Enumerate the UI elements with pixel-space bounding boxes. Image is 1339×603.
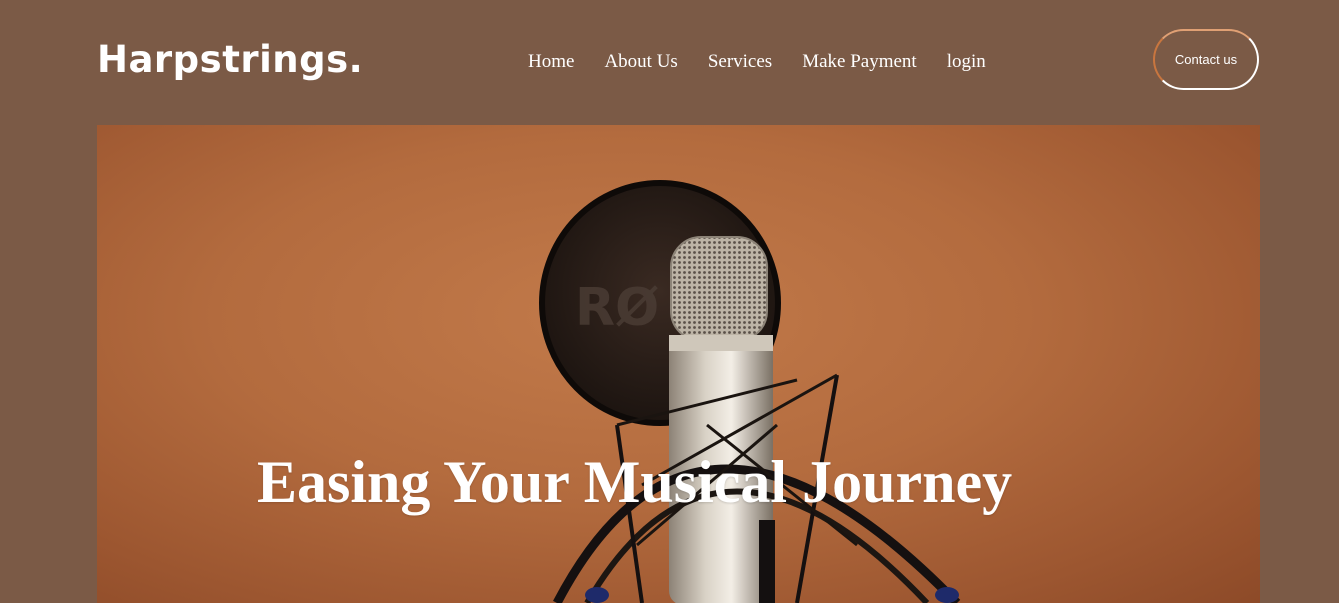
- nav-services[interactable]: Services: [708, 48, 772, 76]
- nav-login[interactable]: login: [947, 48, 986, 76]
- contact-us-button[interactable]: Contact us: [1153, 29, 1259, 90]
- page: Harpstrings. Home About Us Services Make…: [0, 0, 1339, 603]
- site-logo[interactable]: Harpstrings.: [97, 36, 363, 84]
- nav-home[interactable]: Home: [528, 48, 574, 76]
- microphone-grille: [670, 236, 768, 342]
- hero-title: Easing Your Musical Journey: [257, 449, 1013, 515]
- nav-about-us[interactable]: About Us: [604, 48, 677, 76]
- site-header: Harpstrings. Home About Us Services Make…: [0, 0, 1339, 124]
- microphone-image: RØ: [539, 180, 961, 603]
- pop-filter-brand-text: RØ: [575, 278, 659, 338]
- nav-make-payment[interactable]: Make Payment: [802, 48, 917, 76]
- main-nav: Home About Us Services Make Payment logi…: [528, 48, 986, 76]
- hero-banner: RØ Easing Your Musical Journey: [97, 125, 1260, 603]
